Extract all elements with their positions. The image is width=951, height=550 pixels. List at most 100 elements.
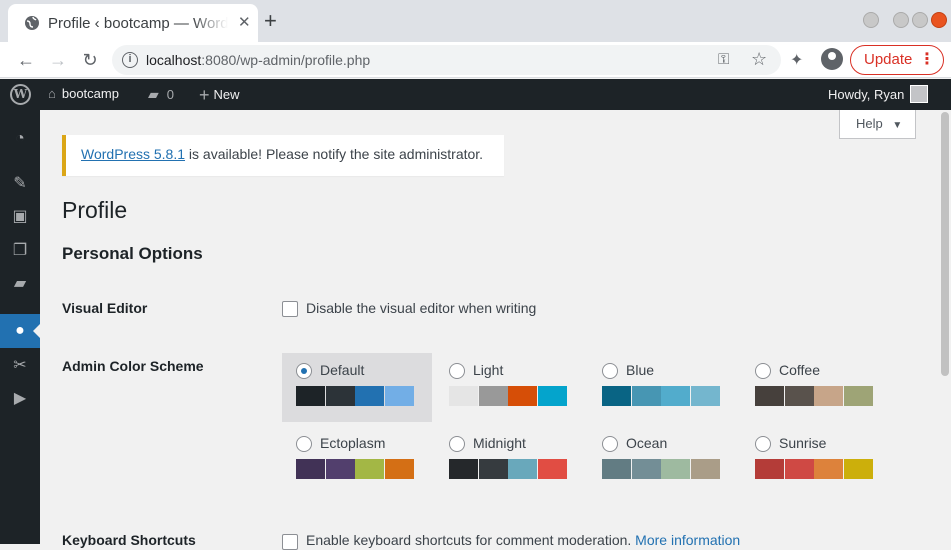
page-scrollbar-thumb[interactable] (941, 112, 949, 376)
info-icon[interactable]: i (122, 52, 138, 68)
pages-icon[interactable]: ❐ (0, 234, 40, 268)
color-swatch (814, 386, 843, 406)
color-scheme-name[interactable]: Default (320, 362, 364, 378)
new-content-link[interactable]: + New (199, 85, 240, 106)
site-name-link[interactable]: ⌂ bootcamp (48, 86, 119, 101)
comments-link[interactable]: ▰ 0 (148, 86, 174, 103)
color-scheme-option-midnight[interactable]: Midnight (435, 426, 585, 495)
color-swatch (296, 386, 325, 406)
visual-editor-label: Visual Editor (62, 300, 148, 316)
wp-admin-bar: W ⌂ bootcamp ▰ 0 + New Howdy, Ryan (0, 79, 951, 110)
update-label: Update (864, 51, 913, 68)
wordpress-logo-icon[interactable]: W (10, 84, 31, 105)
user-avatar[interactable] (910, 85, 928, 103)
browser-update-button[interactable]: Update ⋮ (850, 45, 944, 75)
minimize-button[interactable] (893, 12, 909, 28)
color-swatch (537, 459, 567, 479)
color-swatch (814, 459, 843, 479)
color-swatch (661, 386, 690, 406)
color-swatch (631, 386, 661, 406)
color-scheme-name[interactable]: Blue (626, 362, 654, 378)
color-swatch (296, 459, 325, 479)
bookmark-star-icon[interactable]: ☆ (751, 49, 767, 70)
color-scheme-option-blue[interactable]: Blue (588, 353, 738, 422)
color-swatch (384, 459, 414, 479)
color-swatch (384, 386, 414, 406)
color-swatches (755, 386, 873, 406)
window-menu-button[interactable] (863, 12, 879, 28)
help-tab-button[interactable]: Help ▼ (839, 110, 916, 139)
visual-editor-checkbox-label[interactable]: Disable the visual editor when writing (306, 300, 536, 316)
new-tab-icon[interactable]: + (264, 10, 277, 32)
profile-avatar-icon[interactable] (821, 48, 843, 70)
tools-wrench-icon[interactable]: ✂ (0, 349, 40, 383)
color-swatch (602, 459, 631, 479)
reload-icon[interactable]: ↻ (80, 50, 100, 70)
color-swatches (449, 386, 567, 406)
url-text: localhost:8080/wp-admin/profile.php (146, 52, 370, 68)
color-scheme-radio[interactable] (755, 363, 771, 379)
visual-editor-checkbox[interactable] (282, 301, 298, 317)
caret-down-icon: ▼ (892, 120, 903, 131)
color-scheme-radio[interactable] (755, 436, 771, 452)
color-scheme-option-sunrise[interactable]: Sunrise (741, 426, 891, 495)
color-swatch (537, 386, 567, 406)
color-scheme-radio[interactable] (449, 436, 465, 452)
key-icon[interactable]: ⚿ (718, 51, 729, 68)
extensions-puzzle-icon[interactable]: ✦ (790, 50, 803, 70)
color-swatch (325, 386, 355, 406)
posts-pin-icon[interactable]: ✎ (0, 167, 40, 201)
more-information-link[interactable]: More information (635, 532, 740, 548)
plus-icon: + (199, 85, 210, 105)
color-swatch (325, 459, 355, 479)
close-tab-icon[interactable]: ✕ (238, 15, 251, 31)
color-scheme-option-coffee[interactable]: Coffee (741, 353, 891, 422)
users-icon[interactable]: ● (0, 314, 40, 348)
keyboard-shortcuts-checkbox[interactable] (282, 534, 298, 550)
color-swatch (508, 386, 537, 406)
color-scheme-radio[interactable] (296, 436, 312, 452)
keyboard-shortcuts-checkbox-label[interactable]: Enable keyboard shortcuts for comment mo… (306, 532, 740, 548)
color-swatch (355, 386, 384, 406)
color-scheme-radio[interactable] (296, 363, 312, 379)
color-scheme-name[interactable]: Sunrise (779, 435, 826, 451)
notice-text: is available! Please notify the site adm… (185, 146, 484, 162)
color-swatch (755, 459, 784, 479)
forward-arrow-icon[interactable]: → (48, 50, 68, 70)
dashboard-icon[interactable]: ◔ (0, 122, 40, 156)
media-icon[interactable]: ▣ (0, 200, 40, 234)
color-scheme-option-default[interactable]: Default (282, 353, 432, 422)
color-scheme-radio[interactable] (602, 363, 618, 379)
color-swatch (843, 459, 873, 479)
color-scheme-radio[interactable] (602, 436, 618, 452)
color-scheme-name[interactable]: Light (473, 362, 503, 378)
comments-count: 0 (166, 87, 175, 102)
back-arrow-icon[interactable]: ← (16, 50, 36, 70)
color-scheme-name[interactable]: Ectoplasm (320, 435, 385, 451)
howdy-user-link[interactable]: Howdy, Ryan (828, 87, 904, 102)
color-scheme-name[interactable]: Ocean (626, 435, 667, 451)
color-scheme-option-ocean[interactable]: Ocean (588, 426, 738, 495)
comment-bubble-icon: ▰ (148, 86, 159, 102)
color-swatch (843, 386, 873, 406)
close-window-button[interactable] (931, 12, 947, 28)
color-swatch (755, 386, 784, 406)
color-scheme-option-light[interactable]: Light (435, 353, 585, 422)
color-swatch (478, 386, 508, 406)
admin-color-scheme-label: Admin Color Scheme (62, 358, 204, 374)
maximize-button[interactable] (912, 12, 928, 28)
address-bar[interactable]: i localhost:8080/wp-admin/profile.php ⚿ … (112, 45, 781, 75)
color-scheme-name[interactable]: Midnight (473, 435, 526, 451)
wordpress-version-link[interactable]: WordPress 5.8.1 (81, 146, 185, 162)
help-label: Help (856, 116, 883, 131)
color-scheme-radio[interactable] (449, 363, 465, 379)
color-scheme-name[interactable]: Coffee (779, 362, 820, 378)
admin-sidebar: ◔ ✎ ▣ ❐ ▰ ● ✂ ▶ (0, 110, 40, 544)
color-swatch (784, 459, 814, 479)
browser-tab[interactable]: Profile ‹ bootcamp — WordPress ✕ (8, 4, 258, 42)
collapse-menu-icon[interactable]: ▶ (0, 382, 40, 416)
color-swatches (755, 459, 873, 479)
color-scheme-option-ectoplasm[interactable]: Ectoplasm (282, 426, 432, 495)
comments-icon[interactable]: ▰ (0, 267, 40, 301)
tab-title: Profile ‹ bootcamp — WordPress (48, 15, 228, 32)
